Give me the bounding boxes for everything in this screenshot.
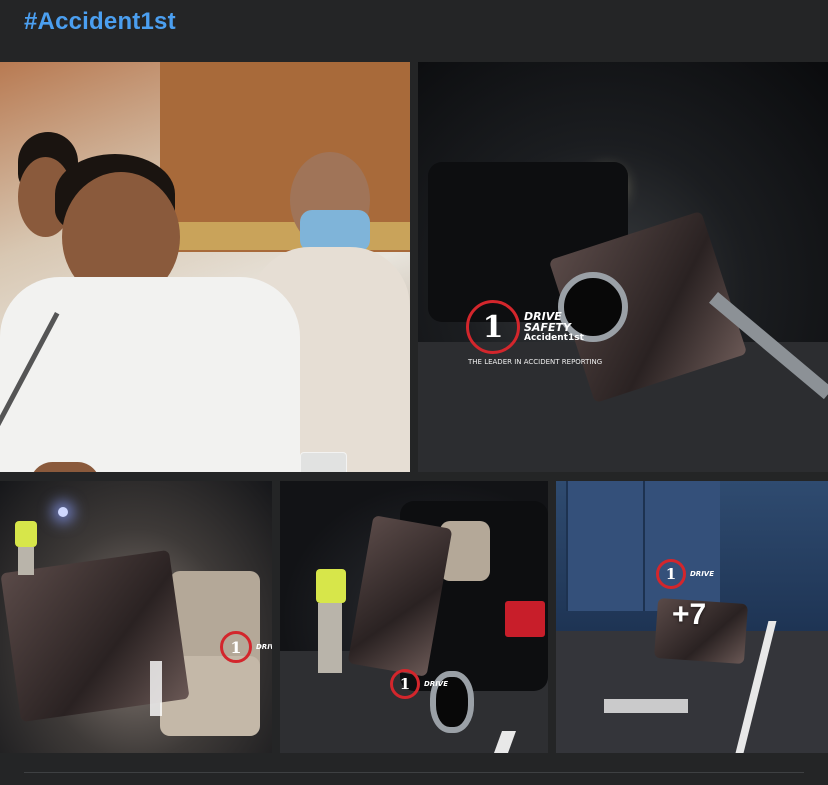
hashtag-link[interactable]: #Accident1st: [24, 8, 176, 36]
watermark-brand-1: DRIVE: [690, 570, 715, 578]
safety-vest: [316, 569, 346, 603]
watermark-brand-1: DRIVE: [256, 643, 272, 651]
container-door-left: [566, 481, 643, 611]
photo-night-crash-suv[interactable]: 1 DRIVE SAFETY Accident1st THE LEADER IN…: [418, 62, 828, 472]
drive-safety-watermark: 1 DRIVE: [220, 631, 272, 663]
watermark-text: DRIVE SAFETY Accident1st: [524, 311, 584, 343]
worker-legs: [18, 547, 34, 575]
speaker-shirt: [0, 277, 300, 472]
wall-trim: [160, 222, 410, 250]
drive-safety-watermark: 1 DRIVE: [656, 559, 714, 589]
post-card: #Accident1st 1 DRIVE SAFETY Accident1st: [0, 0, 828, 785]
logo-ring: 1: [656, 559, 686, 589]
drive-safety-watermark: 1 DRIVE: [390, 669, 448, 699]
watermark-slogan: THE LEADER IN ACCIDENT REPORTING: [468, 358, 603, 366]
logo-ring: 1: [220, 631, 252, 663]
photo-wrecked-interior[interactable]: 1 DRIVE: [0, 481, 272, 753]
emergency-light: [58, 507, 68, 517]
watermark-brand-2: SAFETY: [524, 321, 571, 334]
water-glass: [300, 452, 347, 472]
watermark-brand-1: DRIVE: [424, 680, 449, 688]
photo-speaker[interactable]: [0, 62, 410, 472]
logo-ring: 1: [390, 669, 420, 699]
photo-black-suv-worker[interactable]: 1 DRIVE: [280, 481, 548, 753]
face-mask: [300, 210, 370, 252]
drive-safety-watermark: 1 DRIVE SAFETY Accident1st: [466, 300, 584, 354]
debris-strip: [150, 661, 162, 716]
logo-ring: 1: [466, 300, 520, 354]
container-door-right: [643, 481, 720, 611]
safety-vest: [15, 521, 37, 547]
watermark-tagline: Accident1st: [524, 333, 584, 343]
taillight: [505, 601, 545, 637]
more-photos-count[interactable]: +7: [672, 598, 706, 632]
debris-block: [604, 699, 688, 713]
post-divider: [24, 772, 804, 773]
worker-legs: [318, 603, 342, 673]
